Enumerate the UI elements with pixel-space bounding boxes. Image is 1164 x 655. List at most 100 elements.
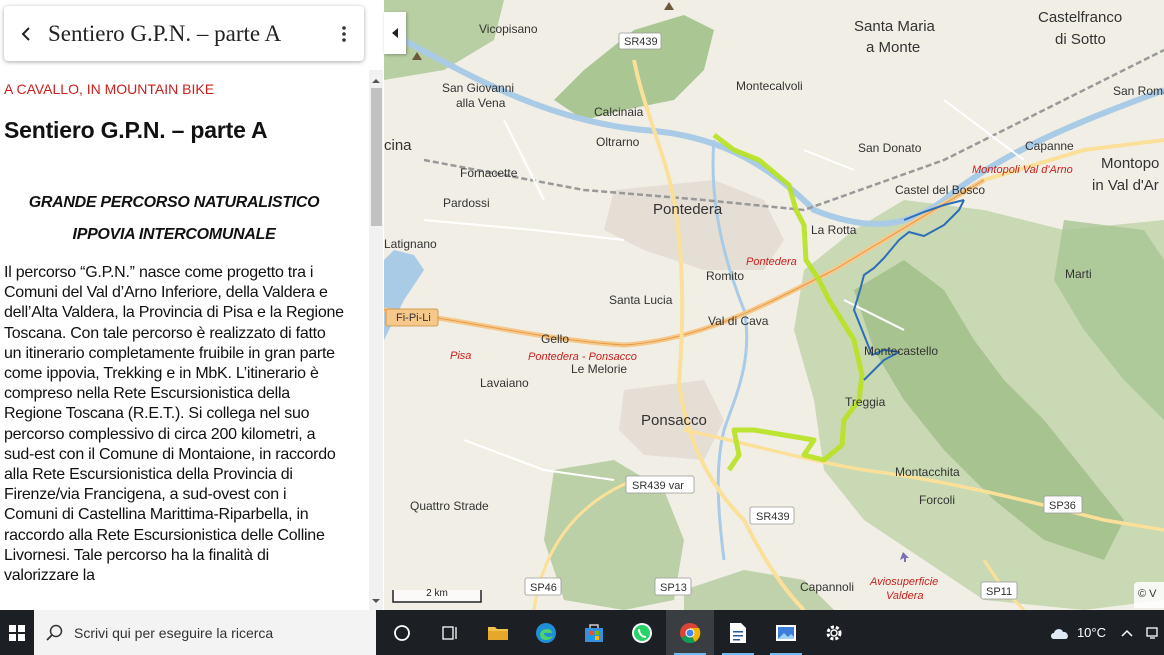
label-montopoli-station: Montopoli Val d'Arno	[972, 164, 1073, 176]
network-icon[interactable]	[1146, 626, 1160, 640]
label-la-rotta: La Rotta	[811, 223, 857, 237]
file-explorer-button[interactable]	[474, 610, 522, 655]
label-ponsacco: Ponsacco	[641, 412, 707, 429]
subtitle-ippovia: IPPOVIA INTERCOMUNALE	[72, 226, 276, 243]
label-quattro-strade: Quattro Strade	[410, 499, 489, 513]
collapse-panel-button[interactable]	[384, 12, 406, 54]
label-oltrarno: Oltrarno	[596, 135, 640, 149]
temperature-label[interactable]: 10°C	[1077, 625, 1106, 640]
triangle-left-icon	[392, 28, 398, 38]
store-button[interactable]	[570, 610, 618, 655]
edge-icon	[536, 622, 556, 643]
label-fornacette: Fornacette	[460, 166, 518, 180]
label-val-di-cava: Val di Cava	[708, 314, 769, 328]
scrollbar[interactable]	[369, 70, 383, 610]
word-document-button[interactable]	[714, 610, 762, 655]
label-alla-vena: alla Vena	[456, 96, 506, 110]
label-santa-lucia: Santa Lucia	[609, 293, 673, 307]
search-placeholder: Scrivi qui per eseguire la ricerca	[74, 624, 274, 641]
settings-button[interactable]	[810, 610, 858, 655]
label-montopoli-2: in Val d'Ar	[1092, 177, 1159, 194]
map-attribution[interactable]: © V	[1134, 582, 1164, 608]
gear-icon	[826, 625, 842, 640]
label-romito: Romito	[706, 269, 744, 283]
cortana-button[interactable]	[378, 610, 426, 655]
label-marti: Marti	[1065, 267, 1092, 281]
label-lavaiano: Lavaiano	[480, 376, 529, 390]
label-san-donato: San Donato	[858, 141, 922, 155]
label-castel-del-bosco: Castel del Bosco	[895, 183, 985, 197]
task-view-icon	[442, 625, 457, 640]
folder-icon	[488, 626, 508, 640]
label-san-romano: San Romar	[1113, 84, 1164, 98]
scroll-up-icon[interactable]	[369, 76, 383, 86]
scale-bar: 2 km	[392, 588, 482, 604]
label-sr439-mid: SR439	[756, 511, 790, 523]
more-vertical-icon	[342, 25, 346, 42]
label-santa-maria: Santa Maria	[854, 18, 936, 35]
label-montecastello: Montecastello	[864, 344, 938, 358]
label-sr439-top: SR439	[624, 36, 658, 48]
scroll-thumb[interactable]	[371, 88, 382, 226]
article-content: A CAVALLO, IN MOUNTAIN BIKE Sentiero G.P…	[4, 80, 344, 586]
back-button[interactable]	[4, 6, 48, 61]
category-link[interactable]: A CAVALLO, IN MOUNTAIN BIKE	[4, 80, 344, 98]
label-valdera: Valdera	[886, 590, 924, 602]
label-sp13: SP13	[660, 582, 687, 594]
map-canvas[interactable]: Vicopisano SR439 Santa Maria a Monte Cas…	[384, 0, 1164, 610]
document-icon	[730, 622, 746, 643]
label-treggia: Treggia	[845, 395, 886, 409]
scale-label: 2 km	[426, 588, 448, 599]
chrome-icon	[680, 622, 701, 643]
label-di-sotto: di Sotto	[1055, 31, 1106, 48]
start-button[interactable]	[0, 610, 34, 655]
chevron-up-icon[interactable]	[1120, 628, 1134, 638]
store-icon	[585, 623, 603, 642]
label-le-melorie: Le Melorie	[571, 362, 627, 376]
chevron-left-icon	[21, 26, 30, 41]
page-title: Sentiero G.P.N. – parte A	[4, 117, 268, 143]
label-a-monte: a Monte	[866, 39, 920, 56]
label-montopoli-1: Montopo	[1101, 155, 1159, 172]
label-san-giovanni: San Giovanni	[442, 81, 514, 95]
label-fi-pi-li: Fi-Pi-Li	[396, 312, 431, 324]
subtitle-grande-percorso: GRANDE PERCORSO NATURALISTICO	[28, 194, 320, 211]
label-calcinaia: Calcinaia	[594, 105, 644, 119]
label-latignano: Latignano	[384, 237, 437, 251]
cloud-weather-icon[interactable]	[1049, 625, 1071, 641]
label-forcoli: Forcoli	[919, 493, 955, 507]
label-sp46: SP46	[530, 582, 557, 594]
image-viewer-icon	[776, 624, 796, 641]
task-view-button[interactable]	[426, 610, 474, 655]
scroll-down-icon[interactable]	[369, 596, 383, 606]
label-gello: Gello	[541, 332, 569, 346]
label-pontedera-station: Pontedera	[746, 256, 797, 268]
label-sp36: SP36	[1049, 500, 1076, 512]
label-sp11: SP11	[986, 586, 1012, 598]
chrome-button[interactable]	[666, 610, 714, 655]
label-pontedera: Pontedera	[653, 201, 723, 218]
edge-button[interactable]	[522, 610, 570, 655]
label-capanne: Capanne	[1025, 139, 1074, 153]
label-castelfranco: Castelfranco	[1038, 9, 1122, 26]
label-capannoli: Capannoli	[800, 580, 854, 594]
search-icon	[46, 624, 63, 641]
label-cascina: cina	[384, 137, 412, 154]
label-montacchita: Montacchita	[895, 465, 960, 479]
more-options-button[interactable]	[324, 6, 364, 61]
cortana-icon	[394, 624, 410, 641]
title-card: Sentiero G.P.N. – parte A	[4, 6, 364, 61]
photos-button[interactable]	[762, 610, 810, 655]
info-panel: Sentiero G.P.N. – parte A A CAVALLO, IN …	[0, 0, 384, 610]
whatsapp-icon	[632, 622, 652, 643]
map-view[interactable]: Vicopisano SR439 Santa Maria a Monte Cas…	[384, 0, 1164, 610]
system-tray: 10°C	[1049, 610, 1164, 655]
taskbar: Scrivi qui per eseguire la ricerca 10°C	[0, 610, 1164, 655]
whatsapp-button[interactable]	[618, 610, 666, 655]
label-montecalvoli: Montecalvoli	[736, 79, 803, 93]
label-aviosuperficie: Aviosuperficie	[869, 576, 938, 588]
label-sr439-var: SR439 var	[632, 480, 684, 492]
label-pisa-station: Pisa	[450, 350, 471, 362]
taskbar-search-box[interactable]: Scrivi qui per eseguire la ricerca	[34, 610, 376, 655]
label-vicopisano: Vicopisano	[479, 22, 538, 36]
